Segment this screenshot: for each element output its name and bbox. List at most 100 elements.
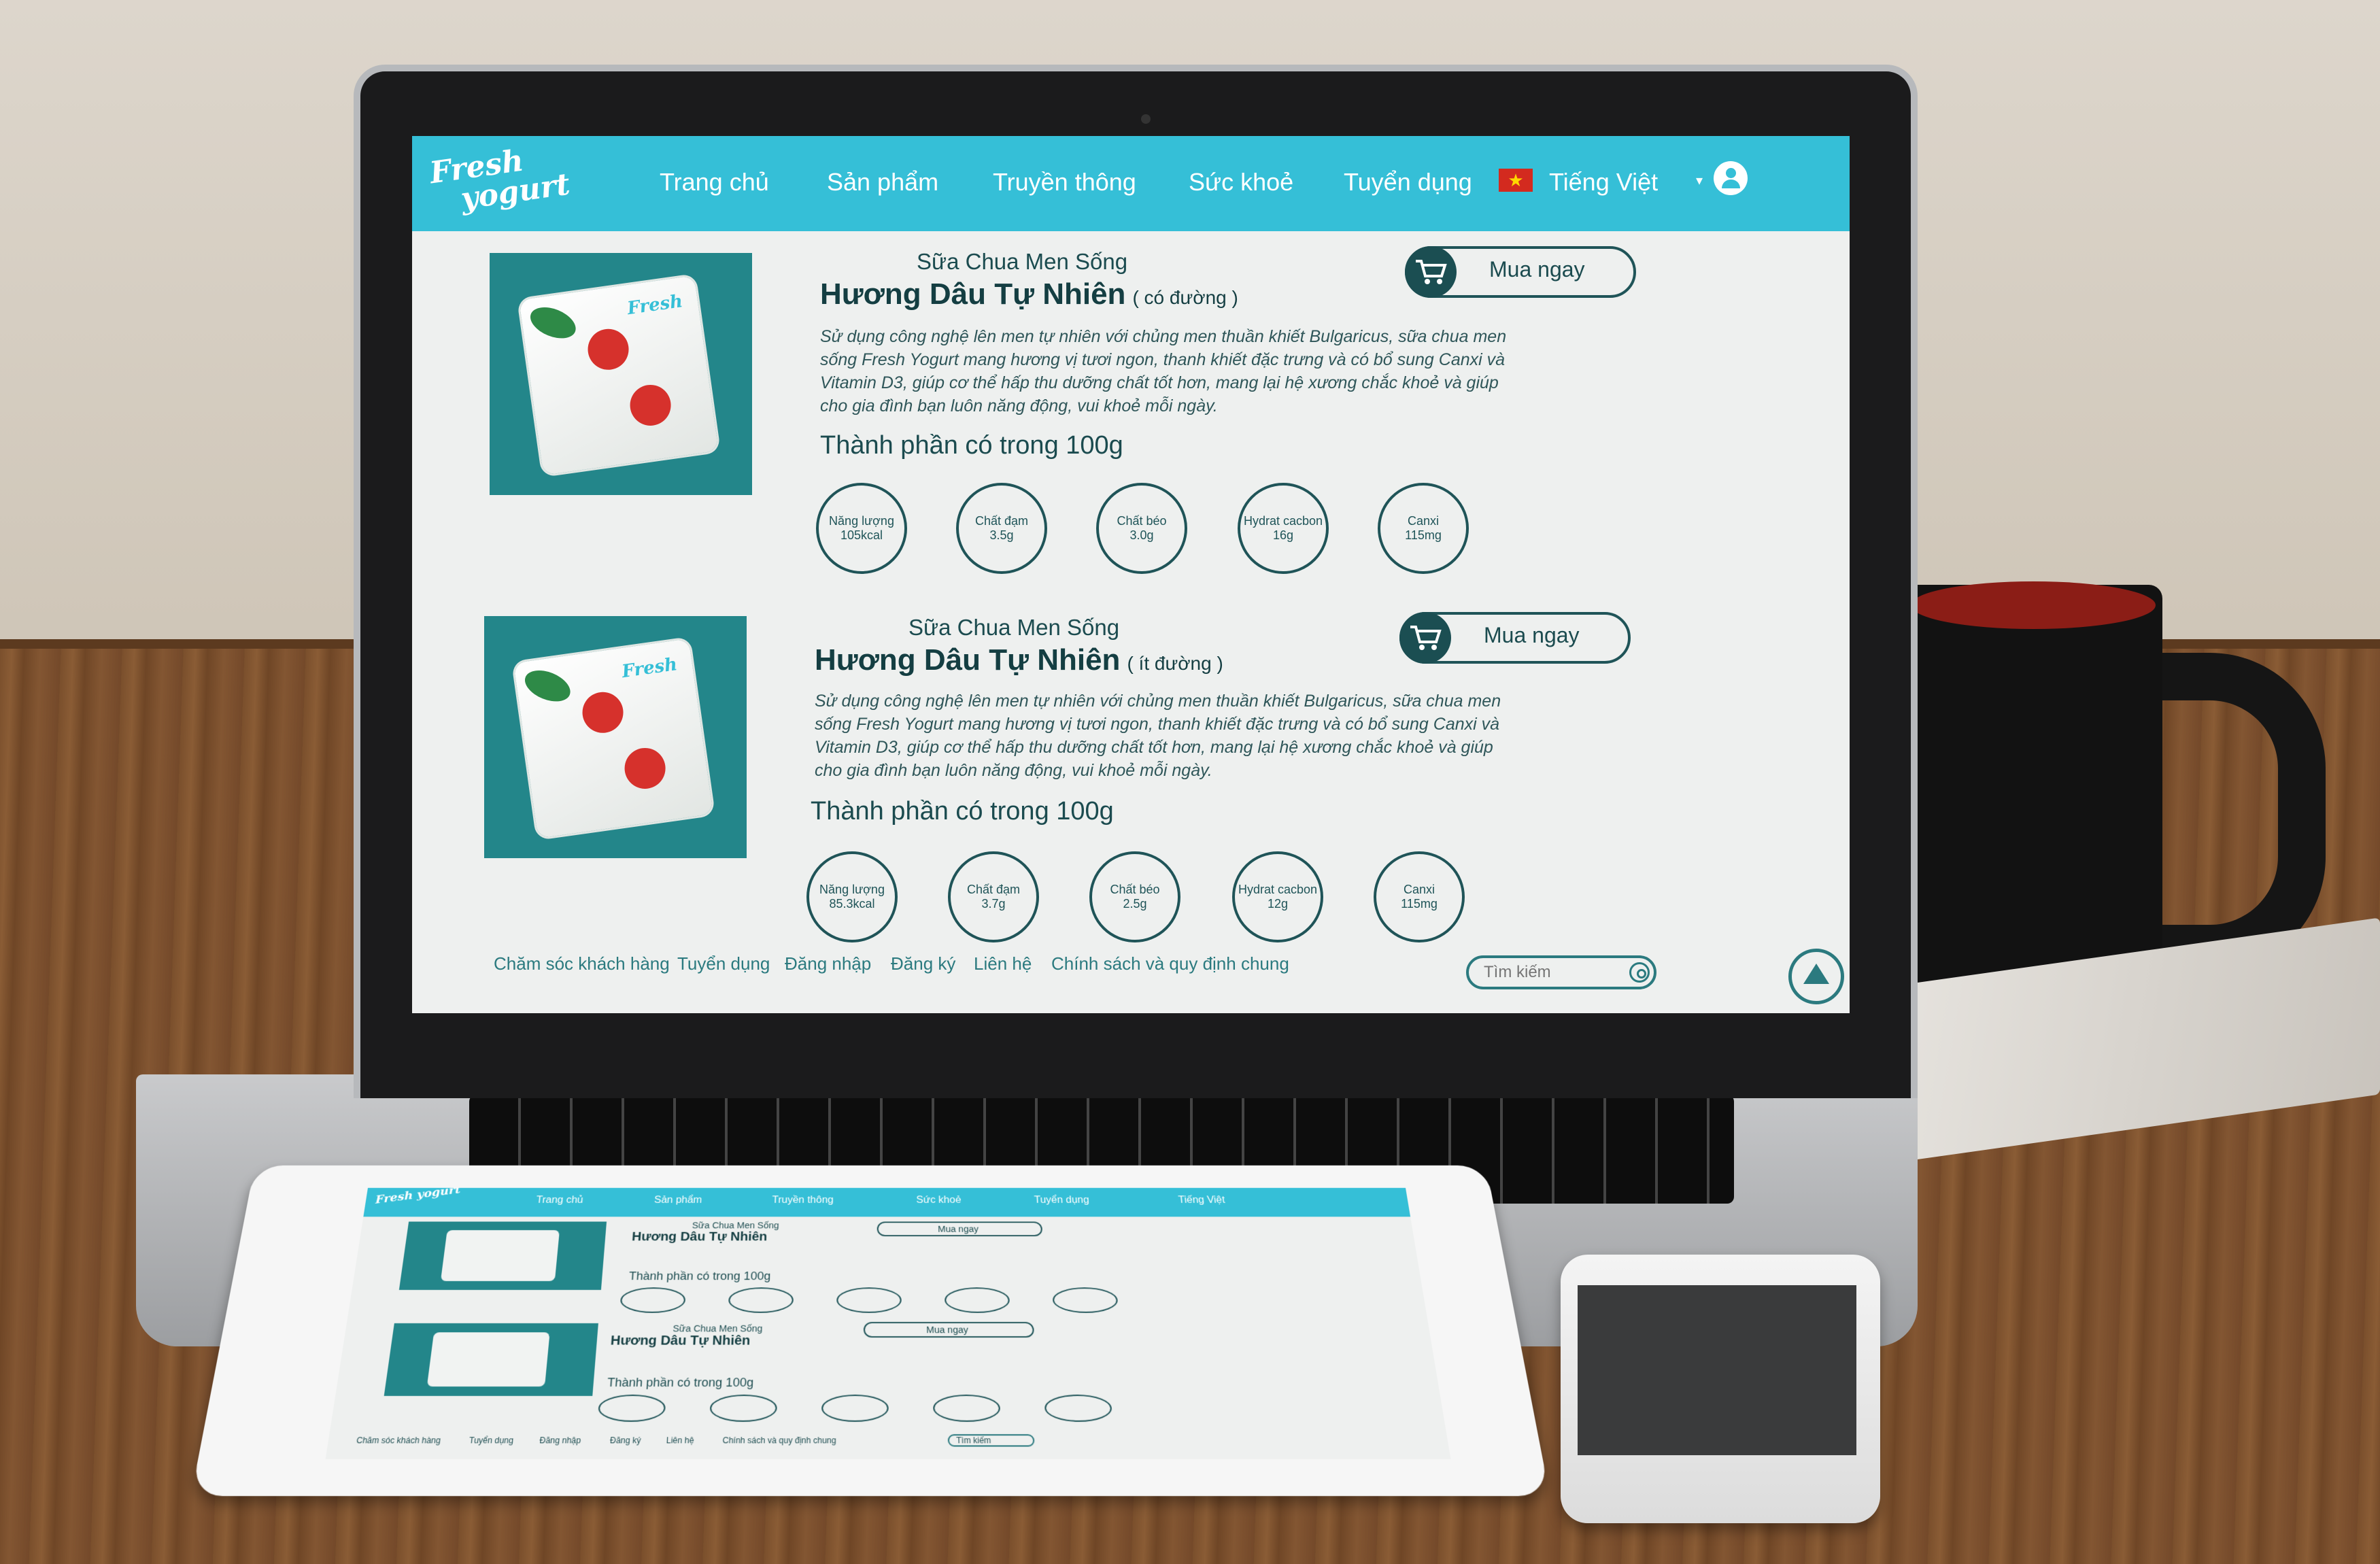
tablet-screen: Fresh yogurt Trang chủ Sản phẩm Truyền t… bbox=[325, 1187, 1451, 1459]
nutrient-carbohydrate: Hydrat cacbon 12g bbox=[1232, 851, 1323, 942]
cart-icon bbox=[1399, 612, 1451, 664]
yogurt-cup bbox=[426, 1332, 550, 1387]
product-image: Fresh bbox=[490, 253, 752, 495]
nutrient-value: 115mg bbox=[1405, 528, 1442, 542]
tablet-footer-link[interactable]: Đăng ký bbox=[609, 1435, 641, 1445]
footer-link-register[interactable]: Đăng ký bbox=[891, 953, 955, 974]
tablet-buy-label: Mua ngay bbox=[926, 1324, 969, 1336]
main-nav: Fresh yogurt Trang chủ Sản phẩm Truyền t… bbox=[412, 136, 1850, 231]
buy-now-label: Mua ngay bbox=[1489, 257, 1585, 282]
strawberry-icon bbox=[627, 382, 674, 428]
caret-down-icon[interactable]: ▾ bbox=[1696, 167, 1703, 194]
tablet-nav-suc-khoe[interactable]: Sức khoẻ bbox=[916, 1195, 961, 1206]
product-variant: ( có đường ) bbox=[1132, 287, 1238, 308]
tablet-buy-label: Mua ngay bbox=[937, 1224, 979, 1234]
strawberry-icon bbox=[579, 689, 626, 736]
nutrient-value: 85.3kcal bbox=[829, 897, 875, 911]
search-box bbox=[1466, 955, 1656, 989]
tablet-product-image bbox=[398, 1221, 607, 1290]
tablet-logo[interactable]: Fresh yogurt bbox=[375, 1188, 460, 1206]
nutrient-fat: Chất béo 2.5g bbox=[1089, 851, 1180, 942]
vietnam-flag-icon[interactable]: ★ bbox=[1499, 169, 1533, 192]
tablet-nutrient bbox=[1052, 1287, 1119, 1313]
nutrient-name: Chất đạm bbox=[966, 883, 1021, 896]
search-input[interactable] bbox=[1482, 962, 1621, 983]
tablet-search-box[interactable]: Tìm kiếm bbox=[947, 1434, 1035, 1447]
tablet-footer-link[interactable]: Đăng nhập bbox=[539, 1435, 581, 1445]
nav-item-suc-khoe[interactable]: Sức khoẻ bbox=[1189, 163, 1293, 201]
footer-link-contact[interactable]: Liên hệ bbox=[974, 953, 1032, 974]
tablet: Fresh yogurt Trang chủ Sản phẩm Truyền t… bbox=[190, 1165, 1550, 1497]
smartphone-screen bbox=[1578, 1285, 1856, 1455]
nutrient-name: Chất béo bbox=[1117, 514, 1167, 528]
nutrient-protein: Chất đạm 3.5g bbox=[956, 483, 1047, 574]
tablet-nutrient bbox=[1044, 1394, 1113, 1422]
cart-icon bbox=[1405, 246, 1457, 298]
user-icon[interactable] bbox=[1714, 161, 1748, 195]
nutrient-calcium: Canxi 115mg bbox=[1374, 851, 1465, 942]
fresh-yogurt-logo[interactable]: Fresh yogurt bbox=[428, 138, 586, 233]
nutrient-name: Năng lượng bbox=[829, 514, 894, 528]
product-description: Sử dụng công nghệ lên men tự nhiên với c… bbox=[815, 692, 1501, 780]
tablet-product-image bbox=[384, 1323, 598, 1396]
nav-item-trang-chu[interactable]: Trang chủ bbox=[660, 163, 769, 201]
tablet-nutrient bbox=[932, 1394, 1001, 1422]
tablet-nutrition-heading: Thành phần có trong 100g bbox=[607, 1376, 754, 1389]
language-selector[interactable]: Tiếng Việt bbox=[1549, 163, 1658, 201]
nutrient-value: 115mg bbox=[1401, 897, 1438, 911]
buy-now-button[interactable]: Mua ngay bbox=[1405, 246, 1636, 298]
nutrition-heading: Thành phần có trong 100g bbox=[820, 431, 1123, 460]
product-image: Fresh bbox=[484, 616, 747, 858]
tablet-product-title: Hương Dâu Tự Nhiên bbox=[610, 1333, 751, 1348]
tablet-buy-button[interactable]: Mua ngay bbox=[877, 1221, 1043, 1237]
product-subtitle: Sữa Chua Men Sống bbox=[917, 249, 1128, 274]
mug-rim bbox=[1911, 581, 2156, 629]
laptop-camera bbox=[1141, 114, 1151, 124]
footer-link-policy[interactable]: Chính sách và quy định chung bbox=[1051, 953, 1289, 974]
yogurt-cup: Fresh bbox=[519, 275, 719, 475]
footer-link-login[interactable]: Đăng nhập bbox=[785, 953, 871, 974]
footer-link-careers[interactable]: Tuyển dụng bbox=[677, 953, 770, 974]
cup-brand-logo: Fresh bbox=[620, 654, 679, 683]
tablet-nav-trang-chu[interactable]: Trang chủ bbox=[536, 1195, 583, 1206]
tablet-logo-line-1: Fresh bbox=[375, 1189, 413, 1207]
tablet-nav-truyen-thong[interactable]: Truyền thông bbox=[772, 1195, 834, 1206]
footer-link-customer-care[interactable]: Chăm sóc khách hàng bbox=[494, 953, 670, 974]
leaf-icon bbox=[520, 664, 575, 708]
nutrient-energy: Năng lượng 105kcal bbox=[816, 483, 907, 574]
nutrient-name: Hydrat cacbon bbox=[1238, 883, 1318, 896]
nutrient-name: Chất béo bbox=[1110, 883, 1160, 896]
nutrition-heading: Thành phần có trong 100g bbox=[811, 797, 1114, 826]
nav-item-san-pham[interactable]: Sản phẩm bbox=[827, 163, 938, 201]
nav-item-tuyen-dung[interactable]: Tuyển dụng bbox=[1344, 163, 1472, 201]
tablet-footer-link[interactable]: Liên hệ bbox=[666, 1435, 694, 1445]
product-title-text: Hương Dâu Tự Nhiên bbox=[815, 643, 1121, 677]
product-description: Sử dụng công nghệ lên men tự nhiên với c… bbox=[820, 327, 1507, 415]
tablet-footer-link[interactable]: Chăm sóc khách hàng bbox=[356, 1435, 441, 1445]
tablet-nutrient bbox=[728, 1287, 794, 1313]
tablet-footer-link[interactable]: Tuyển dụng bbox=[469, 1435, 514, 1445]
laptop-screen: Fresh yogurt Trang chủ Sản phẩm Truyền t… bbox=[412, 136, 1850, 1013]
tablet-footer-link[interactable]: Chính sách và quy định chung bbox=[722, 1435, 836, 1445]
search-icon[interactable] bbox=[1629, 962, 1650, 983]
nav-item-truyen-thong[interactable]: Truyền thông bbox=[993, 163, 1136, 201]
tablet-nutrient bbox=[836, 1287, 902, 1313]
tablet-language[interactable]: Tiếng Việt bbox=[1178, 1195, 1225, 1206]
tablet-nav-san-pham[interactable]: Sản phẩm bbox=[654, 1195, 702, 1206]
nutrient-value: 3.0g bbox=[1129, 528, 1154, 542]
tablet-buy-button[interactable]: Mua ngay bbox=[863, 1322, 1035, 1338]
buy-now-button[interactable]: Mua ngay bbox=[1399, 612, 1631, 664]
nutrient-protein: Chất đạm 3.7g bbox=[948, 851, 1039, 942]
leaf-icon bbox=[526, 301, 581, 345]
nutrient-value: 105kcal bbox=[840, 528, 883, 542]
product-title-text: Hương Dâu Tự Nhiên bbox=[820, 277, 1126, 311]
nutrient-name: Canxi bbox=[1407, 514, 1440, 528]
product-variant: ( ít đường ) bbox=[1127, 653, 1223, 674]
tablet-nutrient bbox=[944, 1287, 1010, 1313]
tablet-nutrient bbox=[709, 1394, 778, 1422]
tablet-nav-tuyen-dung[interactable]: Tuyển dụng bbox=[1034, 1195, 1089, 1206]
product-title: Hương Dâu Tự Nhiên ( có đường ) bbox=[820, 277, 1238, 311]
nutrient-value: 16g bbox=[1272, 528, 1294, 542]
nutrient-value: 2.5g bbox=[1123, 897, 1147, 911]
back-to-top-button[interactable] bbox=[1788, 949, 1844, 1004]
